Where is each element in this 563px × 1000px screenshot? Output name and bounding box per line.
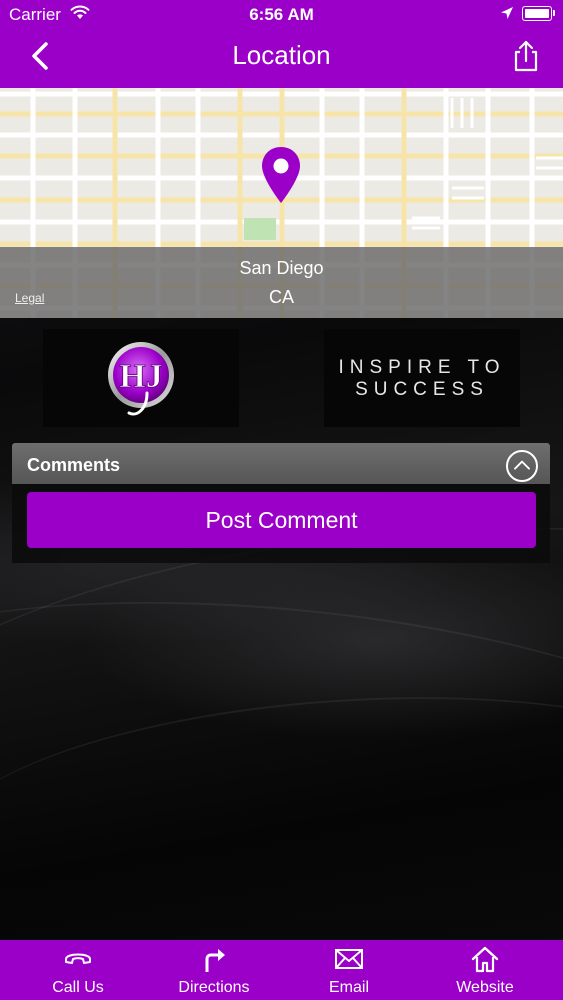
status-bar: Carrier 6:56 AM [0, 0, 563, 30]
share-button[interactable] [508, 38, 544, 74]
location-arrow-icon [501, 7, 513, 19]
status-time: 6:56 AM [249, 5, 314, 24]
chevron-up-circle-icon[interactable] [506, 450, 538, 482]
battery-tip [553, 10, 555, 16]
tab-label: Website [456, 979, 514, 996]
map-state: CA [268, 287, 294, 307]
map-city: San Diego [239, 258, 324, 278]
inspire-logo-line2: SUCCESS [355, 379, 489, 400]
envelope-icon [335, 949, 363, 969]
phone-icon [65, 953, 91, 964]
home-icon [471, 946, 499, 973]
tab-website[interactable]: Website [430, 940, 540, 1000]
comments-title: Comments [27, 455, 121, 475]
tab-label: Call Us [52, 979, 104, 996]
tab-label: Email [328, 979, 369, 996]
page-title: Location [232, 40, 331, 70]
tab-directions[interactable]: Directions [159, 940, 269, 1000]
inspire-logo-line1: INSPIRE TO [338, 357, 506, 378]
navigation-bar: Carrier 6:56 AM Location [0, 0, 563, 88]
hj-logo-tile[interactable]: HJ [43, 329, 239, 427]
bottom-tab-bar: Call Us Directions Email Website [0, 940, 563, 1000]
map-legal-link[interactable]: Legal [15, 291, 44, 305]
post-comment-button[interactable]: Post Comment [27, 492, 536, 548]
hj-logo-letters: HJ [119, 358, 162, 395]
tab-email[interactable]: Email [294, 940, 404, 1000]
battery-icon [522, 6, 552, 21]
app-screen: Carrier 6:56 AM Location San Diego CA Le… [0, 0, 563, 1000]
tab-call-us[interactable]: Call Us [23, 940, 133, 1000]
hj-logo: HJ [108, 342, 174, 416]
directions-arrow-icon [205, 949, 225, 972]
tab-label: Directions [178, 979, 250, 996]
inspire-to-success-logo-tile[interactable]: INSPIRE TO SUCCESS [324, 329, 520, 427]
map-pin-icon[interactable] [259, 145, 303, 207]
